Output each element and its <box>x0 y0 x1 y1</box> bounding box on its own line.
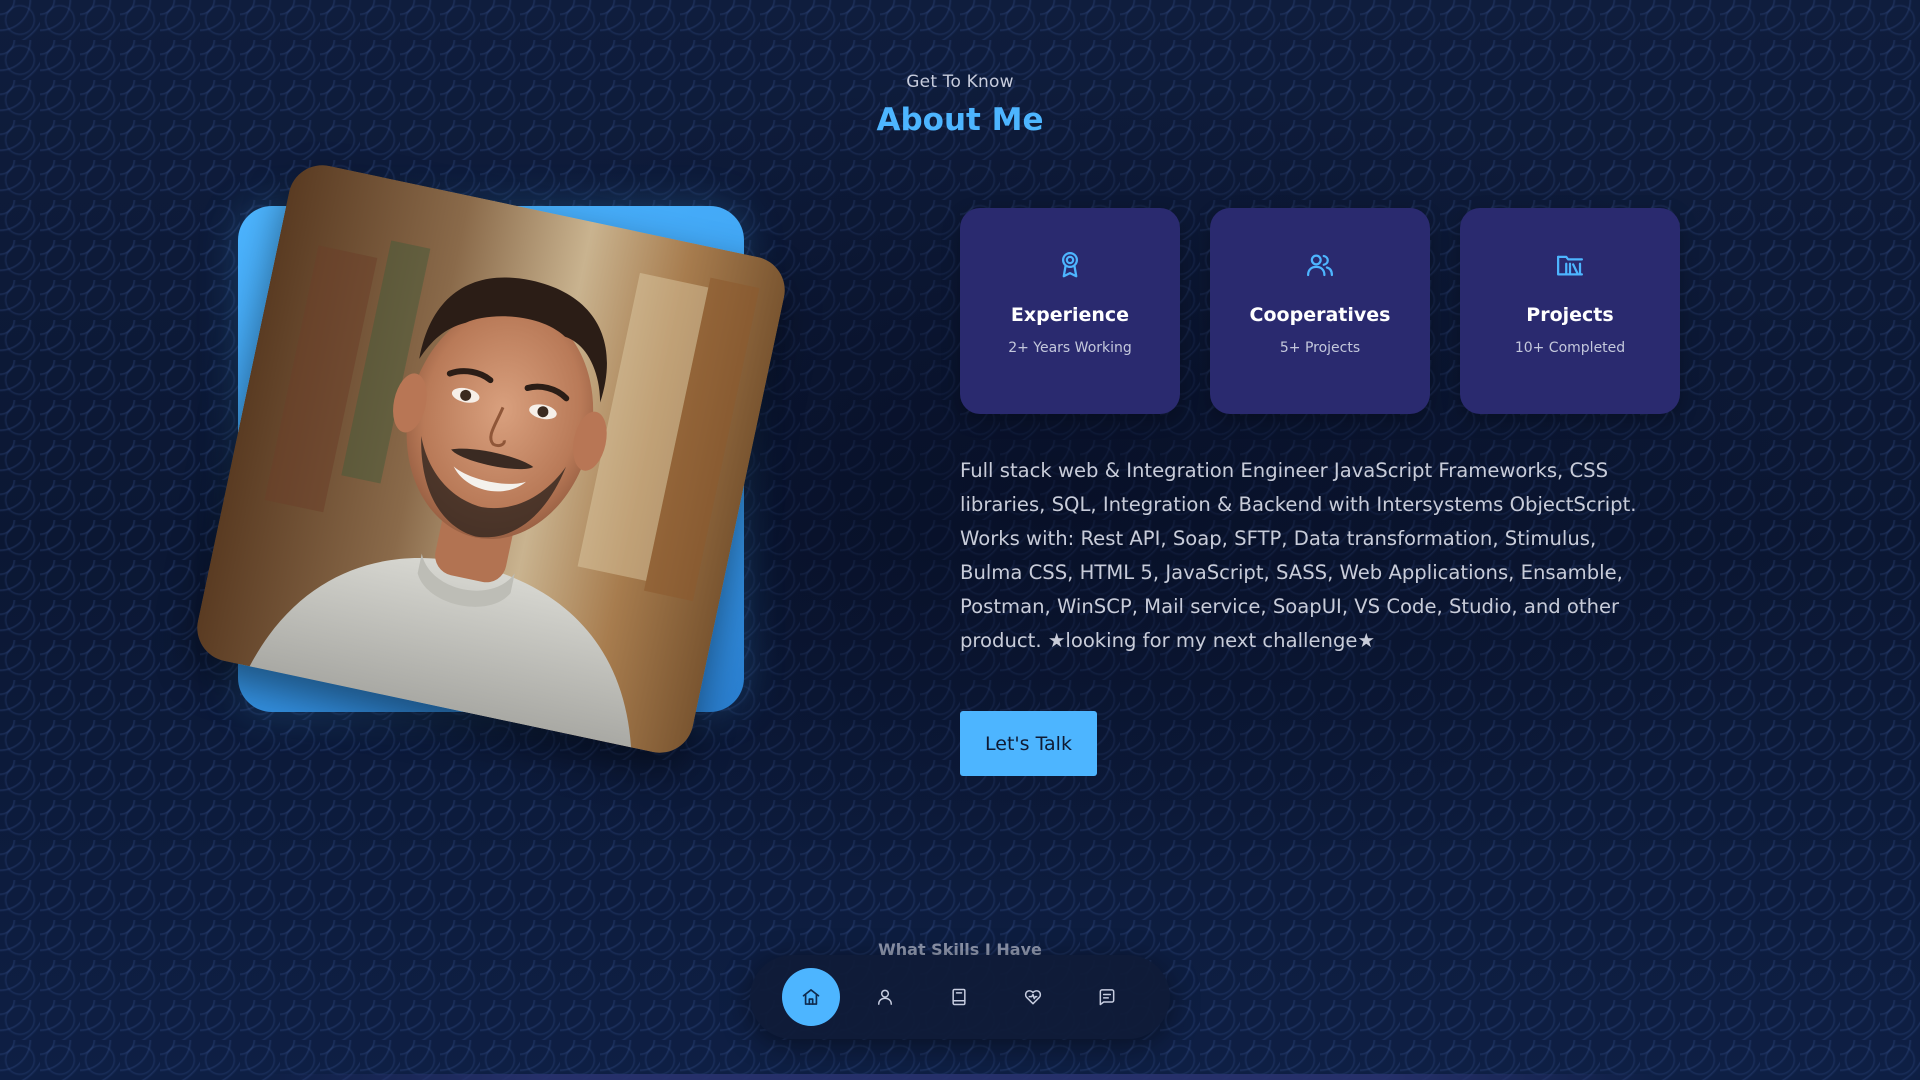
users-icon <box>1307 254 1333 277</box>
bottom-nav <box>750 955 1170 1039</box>
nav-item-home[interactable] <box>782 968 840 1026</box>
nav-item-services[interactable] <box>1004 968 1062 1026</box>
card-subtitle: 2+ Years Working <box>1008 340 1132 356</box>
card-experience: Experience 2+ Years Working <box>960 208 1180 414</box>
user-icon <box>878 989 892 1005</box>
stats-cards: Experience 2+ Years Working Cooperatives… <box>960 208 1680 414</box>
profile-photo <box>190 158 792 760</box>
folder-library-icon <box>1557 255 1583 276</box>
profile-photo-frame <box>190 158 792 760</box>
services-icon <box>1024 990 1042 1005</box>
section-subtitle: Get To Know <box>906 72 1014 92</box>
card-title: Cooperatives <box>1249 304 1391 326</box>
card-title: Experience <box>1010 304 1130 326</box>
book-icon <box>952 988 966 1006</box>
card-subtitle: 10+ Completed <box>1514 340 1626 356</box>
profile-photo-image <box>190 158 792 760</box>
next-section-edge <box>260 1074 1660 1080</box>
nav-item-contact[interactable] <box>1078 968 1136 1026</box>
about-description: Full stack web & Integration Engineer Ja… <box>960 459 1637 652</box>
section-header: Get To Know About Me <box>0 72 1920 138</box>
home-icon <box>802 989 820 1005</box>
award-icon <box>1062 252 1078 278</box>
card-projects: Projects 10+ Completed <box>1460 208 1680 414</box>
nav-item-about[interactable] <box>856 968 914 1026</box>
nav-item-experience[interactable] <box>930 968 988 1026</box>
card-cooperatives: Cooperatives 5+ Projects <box>1210 208 1430 414</box>
message-icon <box>1099 989 1115 1006</box>
card-title: Projects <box>1526 304 1614 326</box>
lets-talk-button[interactable]: Let's Talk <box>960 711 1097 776</box>
section-title: About Me <box>876 102 1044 138</box>
card-subtitle: 5+ Projects <box>1279 340 1361 356</box>
